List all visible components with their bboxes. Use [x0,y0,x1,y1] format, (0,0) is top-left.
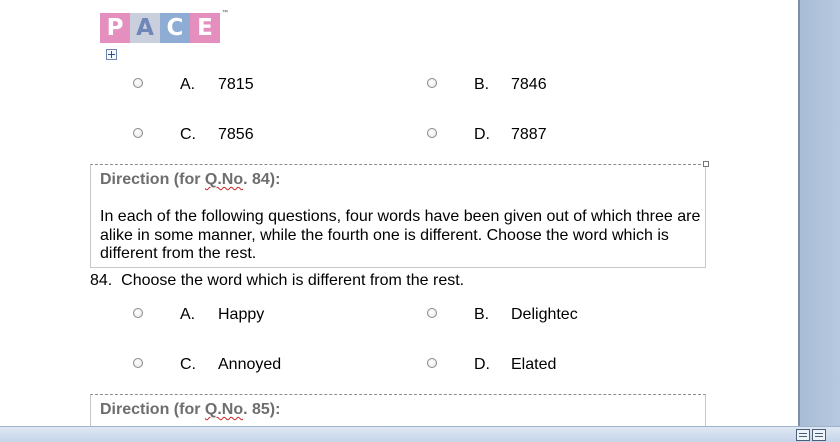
logo-letter-c: C [160,13,190,43]
direction-heading-qno: Q.No [204,401,244,418]
option-letter: B. [474,306,490,323]
direction-heading-suffix: . 85): [243,401,281,418]
direction-body: In each of the following questions, four… [100,208,701,262]
logo-letter-e: E [190,13,220,43]
radio-button-icon[interactable] [133,128,143,138]
direction-heading-prefix: Direction (for [100,401,205,418]
radio-button-icon[interactable] [133,308,143,318]
option-value: Delightec [511,306,578,323]
direction-heading-qno: Q.No [204,171,244,188]
option-letter: C. [180,126,196,143]
option-value: 7887 [511,126,547,143]
trademark-symbol: ™ [222,10,228,16]
radio-button-icon[interactable] [133,358,143,368]
option-value: 7856 [218,126,254,143]
option-letter: C. [180,356,196,373]
window-side-gutter [800,0,840,426]
direction-heading-suffix: . 84): [243,171,281,188]
option-value: Annoyed [218,356,282,373]
option-letter: A. [180,76,196,93]
radio-button-icon[interactable] [427,128,437,138]
resize-handle-icon[interactable] [703,161,709,167]
radio-button-icon[interactable] [427,308,437,318]
logo-letter-a: A [130,13,160,43]
direction-box-85: Direction (for Q.No. 85): [90,394,706,426]
status-bar [0,426,840,442]
question-84-text: 84. Choose the word which is different f… [90,272,465,289]
logo-letter-p: P [100,13,130,43]
option-letter: D. [474,356,490,373]
option-letter: A. [180,306,196,323]
direction-heading: Direction (for Q.No. 84): [100,171,280,189]
radio-button-icon[interactable] [427,358,437,368]
table-move-handle-icon[interactable] [106,49,117,60]
option-value: 7846 [511,76,547,93]
pace-logo: P A C E ™ [100,10,228,43]
option-letter: B. [474,76,490,93]
option-letter: D. [474,126,490,143]
option-value: Happy [218,306,265,323]
direction-box-84: Direction (for Q.No. 84): In each of the… [90,164,706,268]
direction-heading: Direction (for Q.No. 85): [100,401,280,419]
radio-button-icon[interactable] [427,78,437,88]
view-layout-icon[interactable] [796,429,810,441]
document-page: P A C E ™ A. 7815 B. 7846 C. 7856 D. 788… [0,0,798,426]
radio-button-icon[interactable] [133,78,143,88]
direction-heading-prefix: Direction (for [100,171,205,188]
option-value: Elated [511,356,557,373]
view-mode-icon[interactable] [812,429,826,441]
option-value: 7815 [218,76,254,93]
